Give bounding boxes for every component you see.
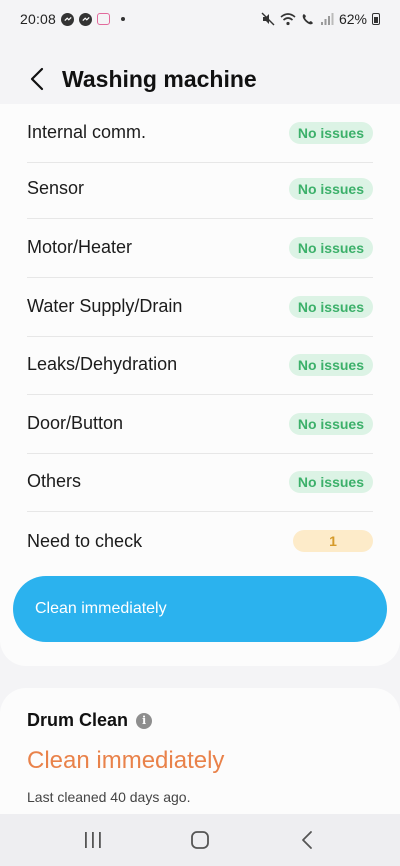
diagnostic-label: Need to check bbox=[27, 530, 143, 551]
status-badge: No issues bbox=[288, 412, 373, 435]
diagnostic-row-motor-heater: Motor/Heater No issues bbox=[27, 219, 373, 278]
wifi-call-icon bbox=[302, 14, 313, 25]
diagnostic-label: Others bbox=[27, 471, 82, 492]
status-badge: No issues bbox=[288, 177, 373, 200]
diagnostic-label: Door/Button bbox=[27, 413, 124, 434]
clean-immediately-button[interactable]: Clean immediately bbox=[13, 576, 387, 642]
drum-clean-status: Clean immediately bbox=[27, 747, 225, 774]
drum-clean-title: Drum Clean bbox=[27, 710, 129, 730]
diagnostic-row-others: Others No issues bbox=[27, 453, 373, 512]
home-icon bbox=[191, 831, 209, 849]
diagnostic-label: Sensor bbox=[27, 178, 85, 199]
diagnostic-row-door-button: Door/Button No issues bbox=[27, 395, 373, 454]
drum-last-cleaned: Last cleaned 40 days ago. bbox=[27, 789, 191, 805]
diagnostic-label: Leaks/Dehydration bbox=[27, 354, 178, 375]
system-nav-bar bbox=[0, 814, 400, 866]
back-nav-button[interactable] bbox=[287, 820, 327, 860]
status-badge: No issues bbox=[288, 121, 373, 144]
gallery-notification-icon bbox=[97, 13, 111, 25]
signal-icon bbox=[320, 13, 334, 25]
messenger-icon-2 bbox=[79, 12, 93, 26]
battery-icon bbox=[372, 13, 380, 25]
status-badge: No issues bbox=[288, 353, 373, 376]
diagnostic-row-internal-comm: Internal comm. No issues bbox=[27, 104, 373, 163]
status-bar: 20:08 62% bbox=[0, 0, 400, 38]
mute-icon bbox=[261, 12, 275, 26]
diagnostic-row-sensor: Sensor No issues bbox=[27, 160, 373, 219]
drum-clean-card: Drum Clean i Clean immediately Last clea… bbox=[0, 688, 400, 828]
chevron-left-icon bbox=[30, 67, 44, 91]
info-icon[interactable]: i bbox=[136, 712, 153, 729]
more-notifications-dot bbox=[121, 17, 126, 21]
back-button[interactable] bbox=[22, 64, 52, 94]
wifi-icon bbox=[280, 12, 296, 25]
diagnostic-row-leaks-dehydration: Leaks/Dehydration No issues bbox=[27, 336, 373, 395]
diagnostic-row-water-supply-drain: Water Supply/Drain No issues bbox=[27, 278, 373, 337]
need-to-check-count-badge: 1 bbox=[293, 530, 373, 553]
status-time: 20:08 bbox=[20, 11, 57, 27]
battery-percent: 62% bbox=[338, 11, 367, 27]
diagnostic-label: Motor/Heater bbox=[27, 237, 133, 258]
status-badge: No issues bbox=[288, 470, 373, 493]
diagnostics-card: Internal comm. No issues Sensor No issue… bbox=[0, 104, 400, 666]
status-badge: No issues bbox=[288, 295, 373, 318]
diagnostic-label: Internal comm. bbox=[27, 122, 147, 143]
diagnostic-label: Water Supply/Drain bbox=[27, 296, 183, 317]
page-title: Washing machine bbox=[62, 65, 257, 92]
back-arrow-icon bbox=[301, 831, 312, 849]
home-button[interactable] bbox=[180, 820, 220, 860]
messenger-icon bbox=[61, 12, 75, 26]
diagnostic-row-need-to-check: Need to check 1 bbox=[27, 512, 373, 571]
status-badge: No issues bbox=[288, 236, 373, 259]
recent-apps-button[interactable] bbox=[73, 820, 113, 860]
recent-apps-icon bbox=[85, 832, 102, 848]
